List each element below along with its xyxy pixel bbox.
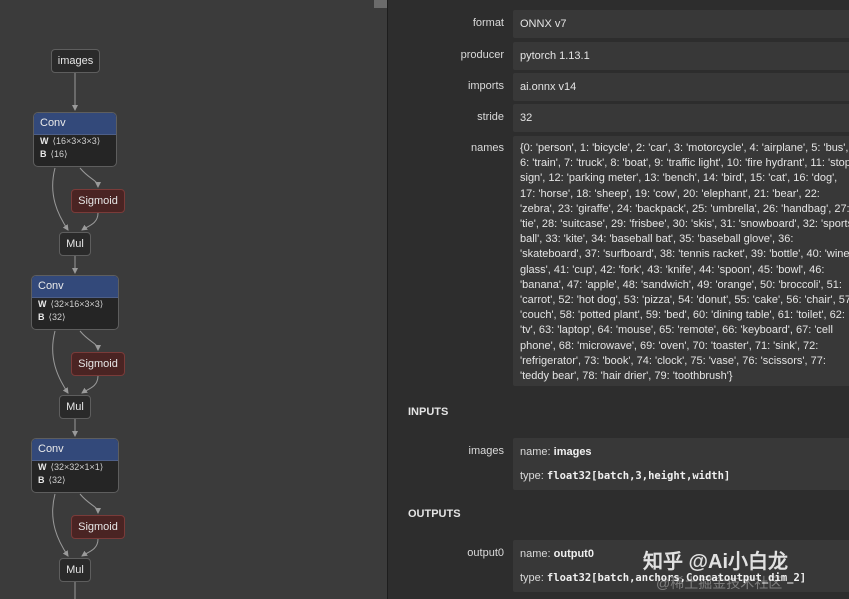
outputs-heading: OUTPUTS xyxy=(408,508,461,520)
graph-node-sigmoid[interactable]: Sigmoid xyxy=(71,352,125,376)
graph-scrollbar[interactable] xyxy=(374,0,387,8)
graph-node-sigmoid[interactable]: Sigmoid xyxy=(71,515,125,539)
conv-weight-attr: W ⟨32×32×1×1⟩ xyxy=(38,462,104,472)
stride-label: stride xyxy=(477,111,504,123)
producer-label: producer xyxy=(460,49,504,61)
output-label-output0: output0 xyxy=(467,547,504,559)
graph-node-mul[interactable]: Mul xyxy=(59,395,91,419)
stride-value[interactable]: 32 xyxy=(513,104,849,132)
input-type-row: type: float32[batch,3,height,width] xyxy=(520,470,731,482)
format-label: format xyxy=(472,17,504,29)
graph-node-conv[interactable]: Conv W ⟨32×32×1×1⟩ B ⟨32⟩ xyxy=(31,438,119,493)
graph-node-conv[interactable]: Conv W ⟨32×16×3×3⟩ B ⟨32⟩ xyxy=(31,275,119,330)
conv-op-label: Conv xyxy=(32,439,118,461)
conv-bias-attr: B ⟨32⟩ xyxy=(38,312,66,322)
input-label-images: images xyxy=(468,445,504,457)
names-value[interactable]: {0: 'person', 1: 'bicycle', 2: 'car', 3:… xyxy=(513,136,849,386)
names-label: names xyxy=(470,142,504,154)
conv-weight-attr: W ⟨16×3×3×3⟩ xyxy=(40,136,101,146)
graph-node-conv[interactable]: Conv W ⟨16×3×3×3⟩ B ⟨16⟩ xyxy=(33,112,117,167)
inputs-heading: INPUTS xyxy=(408,406,449,418)
imports-label: imports xyxy=(467,80,504,92)
conv-weight-attr: W ⟨32×16×3×3⟩ xyxy=(38,299,104,309)
graph-node-mul[interactable]: Mul xyxy=(59,232,91,256)
graph-panel[interactable]: images Conv W ⟨16×3×3×3⟩ B ⟨16⟩ Sigmoid Mu… xyxy=(0,0,387,599)
graph-node-mul[interactable]: Mul xyxy=(59,558,91,582)
conv-bias-attr: B ⟨16⟩ xyxy=(40,149,68,159)
watermark-sub: @稀土掘金技术社区 xyxy=(656,575,783,591)
graph-node-images[interactable]: images xyxy=(51,49,100,73)
conv-op-label: Conv xyxy=(32,276,118,298)
conv-op-label: Conv xyxy=(34,113,116,135)
format-value[interactable]: ONNX v7 xyxy=(513,10,849,38)
graph-node-sigmoid[interactable]: Sigmoid xyxy=(71,189,125,213)
imports-value[interactable]: ai.onnx v14 xyxy=(513,73,849,101)
properties-panel: format ONNX v7 producer pytorch 1.13.1 i… xyxy=(388,0,849,599)
watermark-main: 知乎 @Ai小白龙 xyxy=(643,551,789,573)
producer-value[interactable]: pytorch 1.13.1 xyxy=(513,42,849,70)
input-images-box[interactable]: name: images type: float32[batch,3,heigh… xyxy=(513,438,849,490)
input-name-row: name: images xyxy=(520,446,592,458)
conv-bias-attr: B ⟨32⟩ xyxy=(38,475,66,485)
